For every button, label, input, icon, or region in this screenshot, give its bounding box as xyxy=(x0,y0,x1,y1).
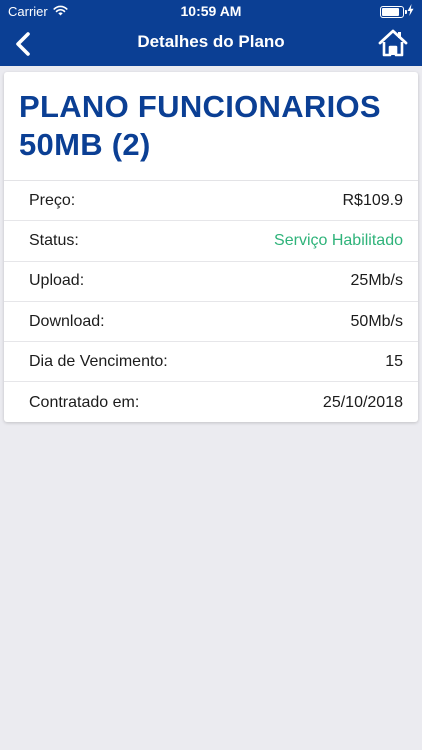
chevron-left-icon xyxy=(16,32,30,56)
detail-value: 25/10/2018 xyxy=(322,393,403,411)
detail-label: Status: xyxy=(29,231,79,249)
detail-label: Contratado em: xyxy=(29,393,140,411)
status-value: Serviço Habilitado xyxy=(274,231,403,249)
clock: 10:59 AM xyxy=(180,3,242,19)
detail-label: Preço: xyxy=(29,191,76,209)
detail-value: 25Mb/s xyxy=(350,272,403,290)
back-button[interactable] xyxy=(10,30,36,58)
plan-details-card: PLANO FUNCIONARIOS 50MB (2) Preço: R$109… xyxy=(4,72,418,422)
battery-group xyxy=(380,4,414,19)
detail-value: 50Mb/s xyxy=(350,312,403,330)
page-title: Detalhes do Plano xyxy=(137,32,285,51)
detail-row-download: Download: 50Mb/s xyxy=(4,302,418,343)
status-bar: Carrier 10:59 AM xyxy=(0,0,422,22)
detail-row-status: Status: Serviço Habilitado xyxy=(4,221,418,262)
charging-icon xyxy=(407,4,414,19)
battery-icon xyxy=(380,5,407,18)
top-bar: Carrier 10:59 AM Detalhes do Plano xyxy=(0,0,422,66)
detail-row-contract-date: Contratado em: 25/10/2018 xyxy=(4,382,418,422)
home-button[interactable] xyxy=(378,28,408,58)
plan-title: PLANO FUNCIONARIOS 50MB (2) xyxy=(19,89,381,162)
detail-label: Dia de Vencimento: xyxy=(29,352,168,370)
home-icon xyxy=(378,29,408,57)
detail-row-price: Preço: R$109.9 xyxy=(4,181,418,222)
plan-details-list: Preço: R$109.9 Status: Serviço Habilitad… xyxy=(4,180,418,423)
detail-value: 15 xyxy=(385,352,403,370)
detail-label: Upload: xyxy=(29,272,85,290)
navigation-bar: Detalhes do Plano xyxy=(0,22,422,66)
detail-label: Download: xyxy=(29,312,105,330)
detail-value: R$109.9 xyxy=(342,191,404,209)
detail-row-due-day: Dia de Vencimento: 15 xyxy=(4,342,418,383)
detail-row-upload: Upload: 25Mb/s xyxy=(4,262,418,302)
